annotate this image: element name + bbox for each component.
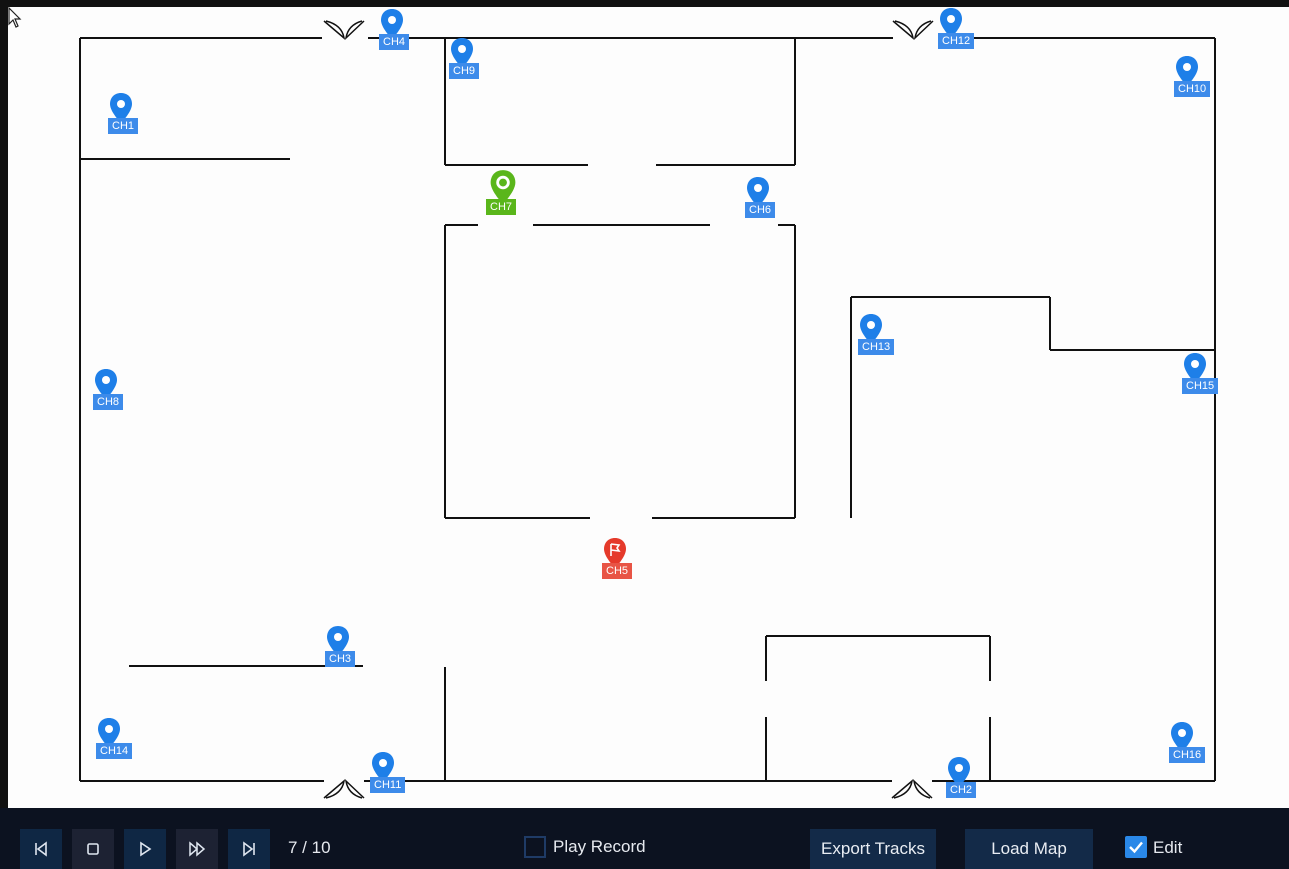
export-tracks-button[interactable]: Export Tracks <box>810 829 936 869</box>
camera-label: CH7 <box>486 199 517 215</box>
camera-marker-ch16[interactable]: CH16 <box>1169 721 1209 781</box>
camera-label: CH16 <box>1169 747 1206 763</box>
camera-label: CH13 <box>858 339 895 355</box>
camera-marker-ch6[interactable]: CH6 <box>745 176 785 236</box>
window-left-border <box>0 0 8 869</box>
skip-previous-button[interactable] <box>20 829 62 869</box>
camera-marker-ch5-alarm[interactable]: CH5 <box>602 537 642 597</box>
edit-checkbox[interactable] <box>1125 836 1147 858</box>
load-map-button[interactable]: Load Map <box>965 829 1093 869</box>
camera-label: CH2 <box>946 782 977 798</box>
camera-marker-ch9[interactable]: CH9 <box>449 37 489 97</box>
skip-previous-icon <box>35 841 47 857</box>
camera-label: CH11 <box>370 777 406 793</box>
camera-label: CH4 <box>379 34 410 50</box>
camera-marker-ch15[interactable]: CH15 <box>1182 352 1222 412</box>
edit-label[interactable]: Edit <box>1153 838 1182 858</box>
camera-marker-ch8[interactable]: CH8 <box>93 368 133 428</box>
camera-marker-ch14[interactable]: CH14 <box>96 717 136 777</box>
camera-marker-ch11[interactable]: CH11 <box>370 751 410 811</box>
window-top-border <box>0 0 1289 7</box>
camera-marker-ch10[interactable]: CH10 <box>1174 55 1214 115</box>
play-button[interactable] <box>124 829 166 869</box>
camera-marker-ch3[interactable]: CH3 <box>325 625 365 685</box>
camera-label: CH12 <box>938 33 975 49</box>
fast-forward-icon <box>189 841 206 857</box>
camera-marker-ch2[interactable]: CH2 <box>946 756 986 816</box>
playback-toolbar: 7 / 10 Play Record Export Tracks Load Ma… <box>0 808 1289 869</box>
camera-label: CH14 <box>96 743 133 759</box>
play-record-checkbox[interactable] <box>524 836 546 858</box>
camera-marker-ch1[interactable]: CH1 <box>108 92 148 152</box>
camera-label: CH15 <box>1182 378 1219 394</box>
camera-label: CH1 <box>108 118 139 134</box>
camera-label: CH6 <box>745 202 776 218</box>
stop-button[interactable] <box>72 829 114 869</box>
camera-marker-ch13[interactable]: CH13 <box>858 313 898 373</box>
camera-label: CH3 <box>325 651 356 667</box>
play-icon <box>140 841 152 857</box>
camera-label: CH9 <box>449 63 480 79</box>
fast-forward-button[interactable] <box>176 829 218 869</box>
camera-marker-ch7-selected[interactable]: CH7 <box>486 170 526 233</box>
camera-marker-ch4[interactable]: CH4 <box>379 8 419 68</box>
camera-label: CH8 <box>93 394 124 410</box>
skip-next-icon <box>243 841 255 857</box>
camera-label: CH5 <box>602 563 633 579</box>
camera-marker-ch12[interactable]: CH12 <box>938 7 978 67</box>
mouse-cursor-icon <box>8 7 22 28</box>
play-record-label[interactable]: Play Record <box>553 837 646 857</box>
skip-next-button[interactable] <box>228 829 270 869</box>
camera-label: CH10 <box>1174 81 1211 97</box>
stop-icon <box>87 843 99 855</box>
floor-plan-map[interactable]: CH1 CH2 CH3 CH4 CH5 CH6 CH7 CH8 CH9 CH10… <box>8 7 1289 808</box>
page-counter: 7 / 10 <box>288 838 331 857</box>
floor-plan-walls <box>79 20 1216 799</box>
checkmark-icon <box>1129 841 1143 854</box>
